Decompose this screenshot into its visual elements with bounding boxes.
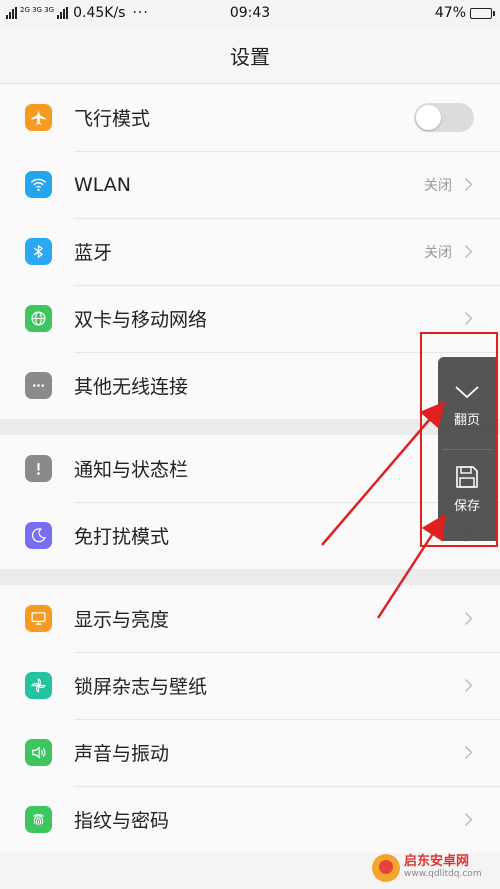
screen: 2G 3G 3G 0.45K/s ··· 09:43 47% 设置 飞行模式 WL… [0,0,500,889]
toggle-switch[interactable] [414,103,474,132]
settings-row-label: 锁屏杂志与壁纸 [74,676,208,698]
settings-row-label: 声音与振动 [74,743,170,765]
chevron-right-icon [464,244,473,259]
page-title: 设置 [230,45,270,69]
chevron-right-icon [464,611,473,626]
settings-row-label: WLAN [74,173,132,196]
watermark-text: 启东安卓网 www.qdlitdq.com [404,855,482,881]
watermark-logo-icon [372,854,400,882]
watermark-title: 启东安卓网 [404,854,470,869]
clock: 09:43 [229,5,271,21]
airplane-icon [25,104,52,131]
chevron-right-icon [464,311,473,326]
battery-percent: 47% [434,5,466,21]
settings-row[interactable]: 蓝牙 关闭 [0,218,500,285]
settings-row[interactable]: WLAN 关闭 [0,151,500,218]
settings-row[interactable]: 指纹与密码 [0,786,500,853]
more-icon [25,372,52,399]
status-right: 47% [434,5,495,21]
globe-icon [25,305,52,332]
settings-row-label: 免打扰模式 [74,526,170,548]
chevron-right-icon [464,177,473,192]
watermark-url: www.qdlitdq.com [404,869,482,879]
settings-row[interactable]: 声音与振动 [0,719,500,786]
settings-row-label: 显示与亮度 [74,609,170,631]
settings-row-label: 双卡与移动网络 [74,309,208,331]
battery-icon [470,7,495,19]
speaker-icon [25,739,52,766]
chevron-right-icon [464,812,473,827]
chevron-right-icon [464,745,473,760]
exclamation-icon [25,455,52,482]
pinwheel-icon [25,672,52,699]
settings-row-label: 飞行模式 [74,108,151,130]
settings-row-label: 指纹与密码 [74,810,170,832]
settings-row-label: 蓝牙 [74,242,113,264]
settings-row-value: 关闭 [424,177,452,194]
title-bar: 设置 [0,28,500,84]
group-divider [0,569,500,585]
settings-row-label: 其他无线连接 [74,376,189,398]
wifi-icon [25,171,52,198]
bluetooth-icon [25,238,52,265]
monitor-icon [25,605,52,632]
toggle-knob [416,105,441,130]
settings-group: 显示与亮度锁屏杂志与壁纸 声音与振动指纹与密码 [0,585,500,853]
settings-row-label: 通知与状态栏 [74,459,189,481]
settings-row[interactable]: 锁屏杂志与壁纸 [0,652,500,719]
chevron-right-icon [464,678,473,693]
settings-row[interactable]: 飞行模式 [0,84,500,151]
watermark: 启东安卓网 www.qdlitdq.com [372,850,498,886]
moon-icon [25,522,52,549]
highlight-box [420,332,498,547]
settings-row-value: 关闭 [424,244,452,261]
fingerprint-icon [25,806,52,833]
settings-row[interactable]: 显示与亮度 [0,585,500,652]
status-bar: 2G 3G 3G 0.45K/s ··· 09:43 47% [0,0,500,28]
